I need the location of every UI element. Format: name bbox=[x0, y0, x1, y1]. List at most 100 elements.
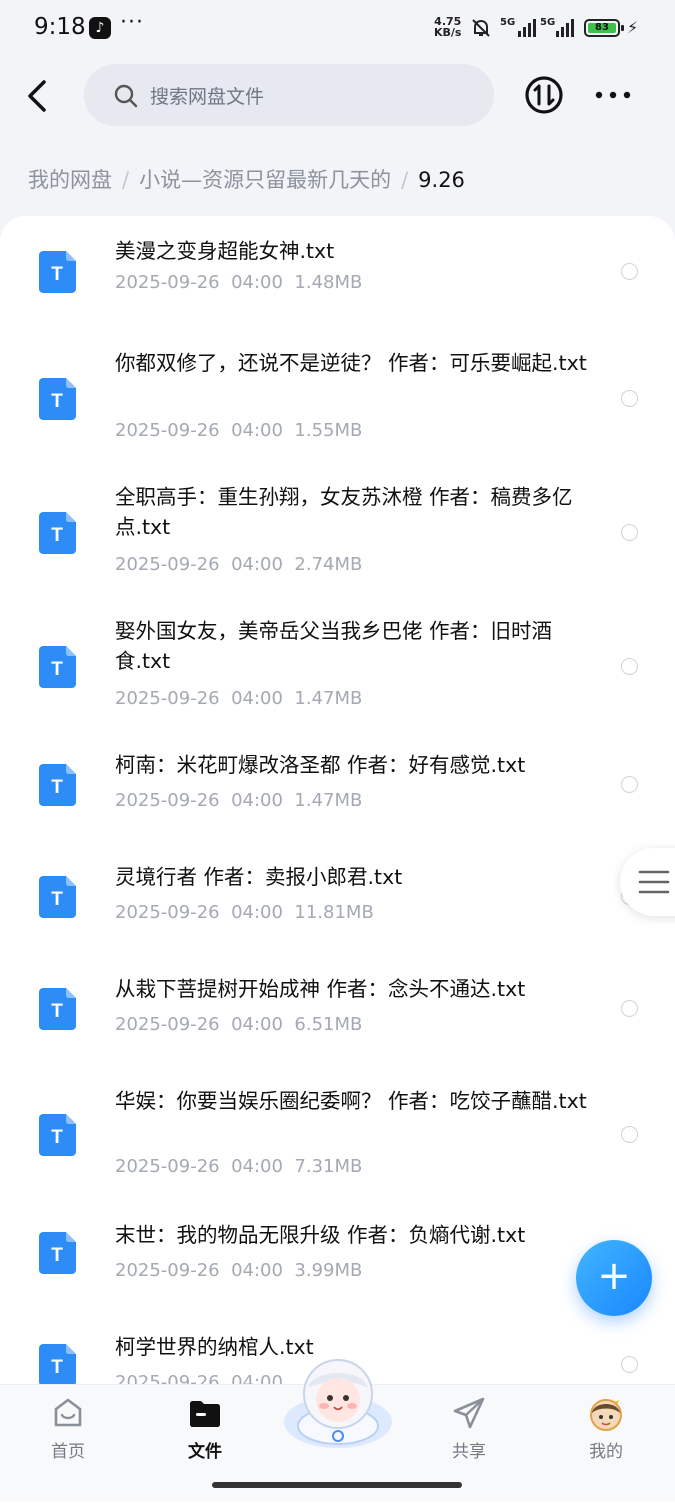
select-checkbox[interactable] bbox=[621, 263, 638, 280]
file-date: 2025-09-26 bbox=[115, 1156, 220, 1177]
file-date: 2025-09-26 bbox=[115, 688, 220, 709]
file-meta: 2025-09-26 04:00 1.47MB bbox=[115, 688, 362, 709]
home-icon bbox=[54, 1398, 82, 1427]
file-date: 2025-09-26 bbox=[115, 1014, 220, 1035]
select-checkbox[interactable] bbox=[621, 776, 638, 793]
svg-text:T: T bbox=[51, 659, 63, 680]
file-list-panel bbox=[0, 216, 675, 1506]
svg-text:T: T bbox=[51, 1127, 63, 1148]
tiktok-notification-icon: ♪ bbox=[89, 17, 111, 39]
search-input[interactable]: 搜索网盘文件 bbox=[84, 64, 494, 126]
txt-file-icon: T bbox=[39, 876, 76, 918]
file-size: 2.74MB bbox=[294, 554, 363, 575]
file-date: 2025-09-26 bbox=[115, 272, 220, 293]
file-name: 柯南：米花町爆改洛圣都 作者：好有感觉.txt bbox=[115, 753, 526, 777]
file-size: 3.99MB bbox=[294, 1260, 363, 1281]
file-time: 04:00 bbox=[231, 1260, 283, 1281]
status-time: 9:18 bbox=[34, 14, 86, 40]
txt-file-icon: T bbox=[39, 251, 76, 293]
txt-file-icon: T bbox=[39, 1114, 76, 1156]
file-name: 全职高手：重生孙翔，女友苏沐橙 作者：稿费多亿点.txt bbox=[115, 485, 573, 539]
file-date: 2025-09-26 bbox=[115, 420, 220, 441]
status-bar: 9:18 ♪ ··· 4.75 KB/s 5G 5G 83 ⚡ bbox=[0, 0, 675, 60]
signal-5g-label: 5G bbox=[540, 17, 556, 28]
breadcrumb-separator: / bbox=[401, 168, 409, 192]
file-name: 灵境行者 作者：卖报小郎君.txt bbox=[115, 865, 403, 889]
svg-text:T: T bbox=[51, 1001, 63, 1022]
breadcrumb-item-folder[interactable]: 小说—资源只留最新几天的 bbox=[139, 168, 391, 192]
menu-lines-icon bbox=[638, 870, 670, 894]
file-name: 你都双修了，还说不是逆徒？ 作者：可乐要崛起.txt bbox=[115, 351, 587, 375]
search-placeholder: 搜索网盘文件 bbox=[150, 86, 265, 108]
select-checkbox[interactable] bbox=[621, 524, 638, 541]
select-checkbox[interactable] bbox=[621, 1126, 638, 1143]
file-size: 6.51MB bbox=[294, 1014, 363, 1035]
select-checkbox[interactable] bbox=[621, 1000, 638, 1017]
add-button[interactable]: + bbox=[576, 1240, 652, 1316]
file-meta: 2025-09-26 04:00 1.48MB bbox=[115, 272, 362, 293]
nav-files-label: 文件 bbox=[188, 1442, 222, 1462]
file-meta: 2025-09-26 04:00 6.51MB bbox=[115, 1014, 362, 1035]
select-checkbox[interactable] bbox=[621, 390, 638, 407]
nav-me[interactable]: 我的 bbox=[556, 1385, 656, 1475]
battery-level: 83 bbox=[588, 23, 616, 33]
network-speed: 4.75 KB/s bbox=[434, 16, 461, 38]
nav-files[interactable]: 文件 bbox=[155, 1385, 255, 1475]
file-meta: 2025-09-26 04:00 1.55MB bbox=[115, 420, 362, 441]
file-size: 1.48MB bbox=[294, 272, 363, 293]
nav-share[interactable]: 共享 bbox=[419, 1385, 519, 1475]
svg-text:T: T bbox=[51, 525, 63, 546]
mascot-assistant-icon[interactable] bbox=[278, 1352, 398, 1452]
file-time: 04:00 bbox=[231, 1156, 283, 1177]
folder-icon bbox=[190, 1401, 220, 1427]
txt-file-icon: T bbox=[39, 988, 76, 1030]
battery-tip bbox=[621, 25, 624, 31]
transfer-list-button[interactable] bbox=[524, 75, 564, 115]
file-time: 04:00 bbox=[231, 272, 283, 293]
file-date: 2025-09-26 bbox=[115, 902, 220, 923]
file-date: 2025-09-26 bbox=[115, 1260, 220, 1281]
signal-5g-1: 5G bbox=[500, 15, 536, 43]
more-options-icon[interactable] bbox=[593, 84, 633, 106]
file-name: 华娱：你要当娱乐圈纪委啊？ 作者：吃饺子蘸醋.txt bbox=[115, 1089, 587, 1113]
select-checkbox[interactable] bbox=[621, 1356, 638, 1373]
avatar-icon bbox=[590, 1398, 622, 1431]
file-name: 从栽下菩提树开始成神 作者：念头不通达.txt bbox=[115, 977, 526, 1001]
charging-bolt-icon: ⚡ bbox=[627, 18, 639, 37]
file-size: 1.47MB bbox=[294, 790, 363, 811]
breadcrumb-item-root[interactable]: 我的网盘 bbox=[28, 168, 112, 192]
file-meta: 2025-09-26 04:00 1.47MB bbox=[115, 790, 362, 811]
svg-text:T: T bbox=[51, 889, 63, 910]
breadcrumb: 我的网盘 / 小说—资源只留最新几天的 / 9.26 bbox=[28, 164, 465, 194]
file-meta: 2025-09-26 04:00 3.99MB bbox=[115, 1260, 362, 1281]
nav-home[interactable]: 首页 bbox=[18, 1385, 118, 1475]
search-icon bbox=[114, 84, 138, 108]
file-name: 末世：我的物品无限升级 作者：负熵代谢.txt bbox=[115, 1223, 526, 1247]
battery-indicator: 83 bbox=[584, 19, 624, 37]
file-meta: 2025-09-26 04:00 2.74MB bbox=[115, 554, 362, 575]
select-checkbox[interactable] bbox=[621, 658, 638, 675]
nav-me-label: 我的 bbox=[589, 1442, 623, 1462]
signal-5g-label: 5G bbox=[500, 17, 516, 28]
file-time: 04:00 bbox=[231, 554, 283, 575]
nav-home-label: 首页 bbox=[51, 1442, 85, 1462]
svg-text:T: T bbox=[51, 1357, 63, 1378]
file-size: 1.55MB bbox=[294, 420, 363, 441]
svg-text:T: T bbox=[51, 264, 63, 285]
paper-plane-icon bbox=[453, 1397, 485, 1429]
file-size: 1.47MB bbox=[294, 688, 363, 709]
file-time: 04:00 bbox=[231, 902, 283, 923]
file-time: 04:00 bbox=[231, 688, 283, 709]
txt-file-icon: T bbox=[39, 1232, 76, 1274]
file-size: 11.81MB bbox=[294, 902, 374, 923]
nav-share-label: 共享 bbox=[452, 1442, 486, 1462]
signal-5g-2: 5G bbox=[540, 15, 576, 43]
more-notifications-icon: ··· bbox=[120, 10, 144, 35]
txt-file-icon: T bbox=[39, 378, 76, 420]
file-meta: 2025-09-26 04:00 11.81MB bbox=[115, 902, 374, 923]
txt-file-icon: T bbox=[39, 1344, 76, 1386]
back-button[interactable] bbox=[20, 76, 56, 116]
txt-file-icon: T bbox=[39, 512, 76, 554]
file-date: 2025-09-26 bbox=[115, 790, 220, 811]
file-meta: 2025-09-26 04:00 7.31MB bbox=[115, 1156, 362, 1177]
